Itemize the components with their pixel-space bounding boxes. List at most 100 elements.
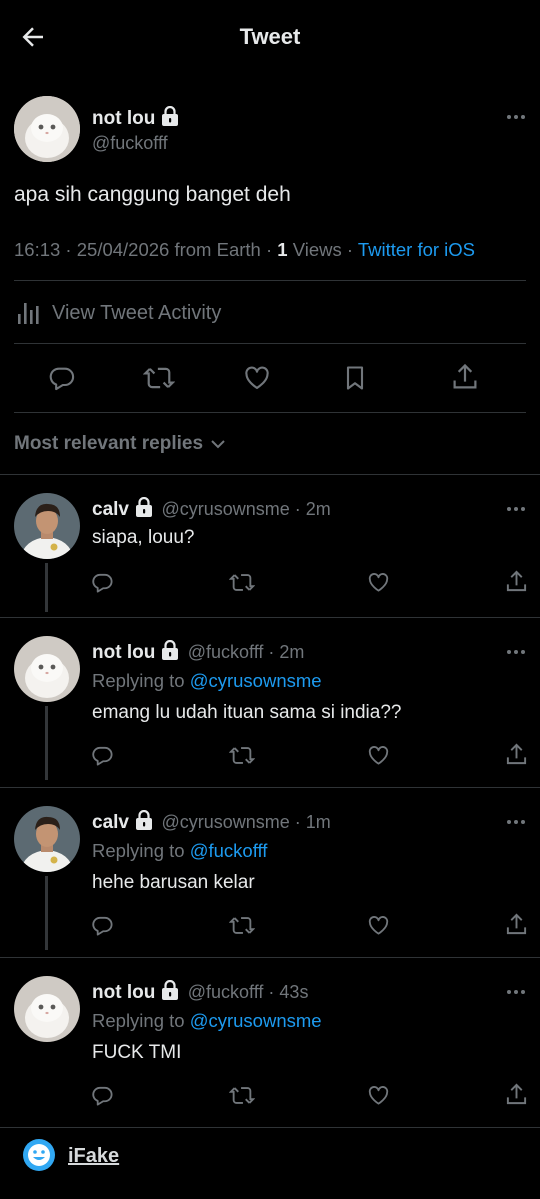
reply-author-handle[interactable]: @cyrusownsme — [161, 499, 289, 519]
more-options-icon[interactable] — [506, 649, 526, 655]
bookmark-button[interactable] — [341, 364, 369, 392]
share-button[interactable] — [505, 1082, 528, 1107]
reply-author-name[interactable]: calv — [92, 812, 129, 833]
cat-avatar-icon — [14, 976, 80, 1042]
replying-to-link[interactable]: @fuckofff — [190, 840, 268, 861]
replying-prefix: Replying to — [92, 840, 190, 861]
reply-author-handle[interactable]: @fuckofff — [188, 982, 264, 1002]
avatar[interactable] — [14, 493, 80, 559]
divider — [14, 412, 526, 413]
reply-button[interactable] — [91, 571, 114, 594]
replying-to: Replying to @fuckofff — [92, 840, 267, 862]
reply-age: · 2m — [289, 499, 331, 519]
author-name[interactable]: not lou — [92, 108, 155, 129]
retweet-button[interactable] — [229, 1084, 255, 1107]
heart-icon — [368, 573, 389, 592]
avatar[interactable] — [14, 806, 80, 872]
retweet-button[interactable] — [143, 364, 175, 392]
reply-author-name[interactable]: calv — [92, 499, 129, 520]
thread-line — [45, 876, 48, 950]
author-handle[interactable]: @fuckofff — [92, 133, 168, 154]
reply-item[interactable]: not lou @fuckofff · 43s Replying to @cyr… — [0, 958, 540, 1128]
like-button[interactable] — [243, 364, 271, 392]
share-button[interactable] — [505, 742, 528, 767]
thread-line — [45, 706, 48, 780]
tweet-meta: 16:13 · 25/04/2026 from Earth · 1 Views … — [14, 239, 475, 261]
analytics-icon — [18, 303, 39, 324]
lock-icon — [135, 497, 153, 517]
more-options-icon[interactable] — [506, 819, 526, 825]
share-icon — [506, 570, 527, 592]
reply-icon — [92, 746, 113, 766]
retweet-icon — [229, 574, 255, 591]
reply-button[interactable] — [91, 1084, 114, 1107]
views-label: Views · — [287, 239, 358, 260]
reply-age: · 43s — [263, 982, 309, 1002]
more-options-icon[interactable] — [506, 989, 526, 995]
avatar[interactable] — [14, 636, 80, 702]
share-button[interactable] — [451, 362, 479, 392]
reply-author-handle[interactable]: @cyrusownsme — [161, 812, 289, 832]
retweet-button[interactable] — [229, 744, 255, 767]
lock-icon — [161, 980, 179, 1000]
reply-item[interactable]: not lou @fuckofff · 2m Replying to @cyru… — [0, 618, 540, 788]
divider — [14, 280, 526, 281]
tweet-timestamp: 16:13 · 25/04/2026 from Earth · — [14, 239, 278, 260]
reply-item[interactable]: calv @cyrusownsme · 1m Replying to @fuck… — [0, 788, 540, 958]
smiley-icon — [23, 1139, 55, 1171]
reply-item[interactable]: calv @cyrusownsme · 2m siapa, louu? — [0, 475, 540, 618]
share-icon — [506, 913, 527, 935]
reply-button[interactable] — [91, 744, 114, 767]
cat-avatar-icon — [14, 96, 80, 162]
reply-button[interactable] — [48, 364, 76, 392]
reply-button[interactable] — [91, 914, 114, 937]
share-icon — [506, 1083, 527, 1105]
reply-age: · 1m — [289, 812, 331, 832]
retweet-button[interactable] — [229, 571, 255, 594]
view-activity-label: View Tweet Activity — [52, 301, 222, 324]
replies-sort-label: Most relevant replies — [14, 433, 204, 454]
replies-sort-toggle[interactable]: Most relevant replies — [14, 433, 227, 455]
replying-to-link[interactable]: @cyrusownsme — [190, 1010, 322, 1031]
lock-icon — [161, 106, 179, 126]
reply-author-name[interactable]: not lou — [92, 642, 155, 663]
like-button[interactable] — [367, 744, 390, 767]
reply-icon — [92, 1086, 113, 1106]
ifake-logo — [22, 1138, 56, 1172]
more-options-icon[interactable] — [506, 506, 526, 512]
more-options-icon[interactable] — [506, 114, 526, 120]
view-activity-button[interactable]: View Tweet Activity — [16, 298, 221, 328]
reply-text: siapa, louu? — [92, 527, 195, 548]
reply-author-handle[interactable]: @fuckofff — [188, 642, 264, 662]
replying-to-link[interactable]: @cyrusownsme — [190, 670, 322, 691]
divider — [14, 343, 526, 344]
reply-text: emang lu udah ituan sama si india?? — [92, 702, 402, 723]
replying-prefix: Replying to — [92, 670, 190, 691]
retweet-icon — [229, 917, 255, 934]
avatar[interactable] — [14, 976, 80, 1042]
lock-icon — [135, 810, 153, 830]
person-avatar-icon — [14, 493, 80, 559]
reply-age: · 2m — [263, 642, 305, 662]
avatar[interactable] — [14, 96, 80, 162]
retweet-icon — [229, 747, 255, 764]
like-button[interactable] — [367, 571, 390, 594]
heart-icon — [368, 916, 389, 935]
retweet-button[interactable] — [229, 914, 255, 937]
lock-icon — [161, 640, 179, 660]
retweet-icon — [229, 1087, 255, 1104]
chevron-down-icon — [211, 440, 225, 449]
share-button[interactable] — [505, 912, 528, 937]
client-link[interactable]: Twitter for iOS — [358, 239, 475, 260]
share-icon — [453, 363, 477, 389]
like-button[interactable] — [367, 1084, 390, 1107]
reply-text: FUCK TMI — [92, 1042, 182, 1063]
replying-prefix: Replying to — [92, 1010, 190, 1031]
ifake-brand-link[interactable]: iFake — [68, 1145, 119, 1168]
reply-author-name[interactable]: not lou — [92, 982, 155, 1003]
share-icon — [506, 743, 527, 765]
person-avatar-icon — [14, 806, 80, 872]
share-button[interactable] — [505, 569, 528, 594]
cat-avatar-icon — [14, 636, 80, 702]
like-button[interactable] — [367, 914, 390, 937]
